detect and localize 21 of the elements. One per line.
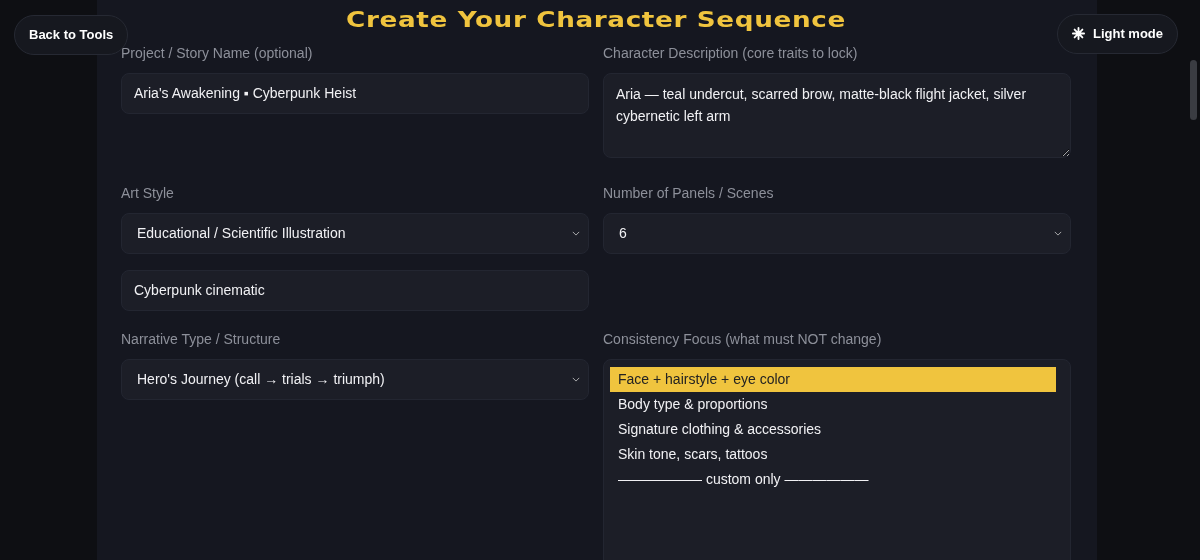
page-title: Create Your Character Sequence <box>345 10 847 31</box>
description-field[interactable]: Aria — teal undercut, scarred brow, matte-black flight jacket, silver cybernetic left arm <box>603 73 1071 158</box>
field-label: Character Description (core traits to lock) <box>603 44 858 63</box>
field-label: Number of Panels / Scenes <box>603 184 774 203</box>
field-label: Art Style <box>121 184 174 203</box>
dropdown[interactable]: Hero's Journey (call → trials → triumph) <box>121 359 589 400</box>
sun-icon <box>1071 27 1085 41</box>
listbox-option[interactable]: Signature clothing & accessories <box>610 417 1056 442</box>
field-label: Narrative Type / Structure <box>121 330 281 349</box>
listbox-option[interactable]: Body type & proportions <box>610 392 1056 417</box>
text-field[interactable]: Aria's Awakening ▪ Cyberpunk Heist <box>121 73 589 114</box>
dropdown[interactable]: 6 <box>603 213 1071 254</box>
scrollbar-thumb[interactable] <box>1190 60 1197 120</box>
field-label: Consistency Focus (what must NOT change) <box>603 330 882 349</box>
listbox[interactable]: Face + hairstyle + eye color Body type & proportions Signature clothing & accessories Skin tone, scars, tattoos —————— custom only —————— <box>603 359 1071 560</box>
text-field[interactable]: Cyberpunk cinematic <box>121 270 589 311</box>
listbox-option[interactable]: Skin tone, scars, tattoos <box>610 442 1056 467</box>
listbox-option[interactable]: —————— custom only —————— <box>610 467 1056 492</box>
dropdown[interactable]: Educational / Scientific Illustration <box>121 213 589 254</box>
listbox-option[interactable]: Face + hairstyle + eye color <box>610 367 1056 392</box>
light-mode-button[interactable]: Light mode <box>1056 14 1178 54</box>
